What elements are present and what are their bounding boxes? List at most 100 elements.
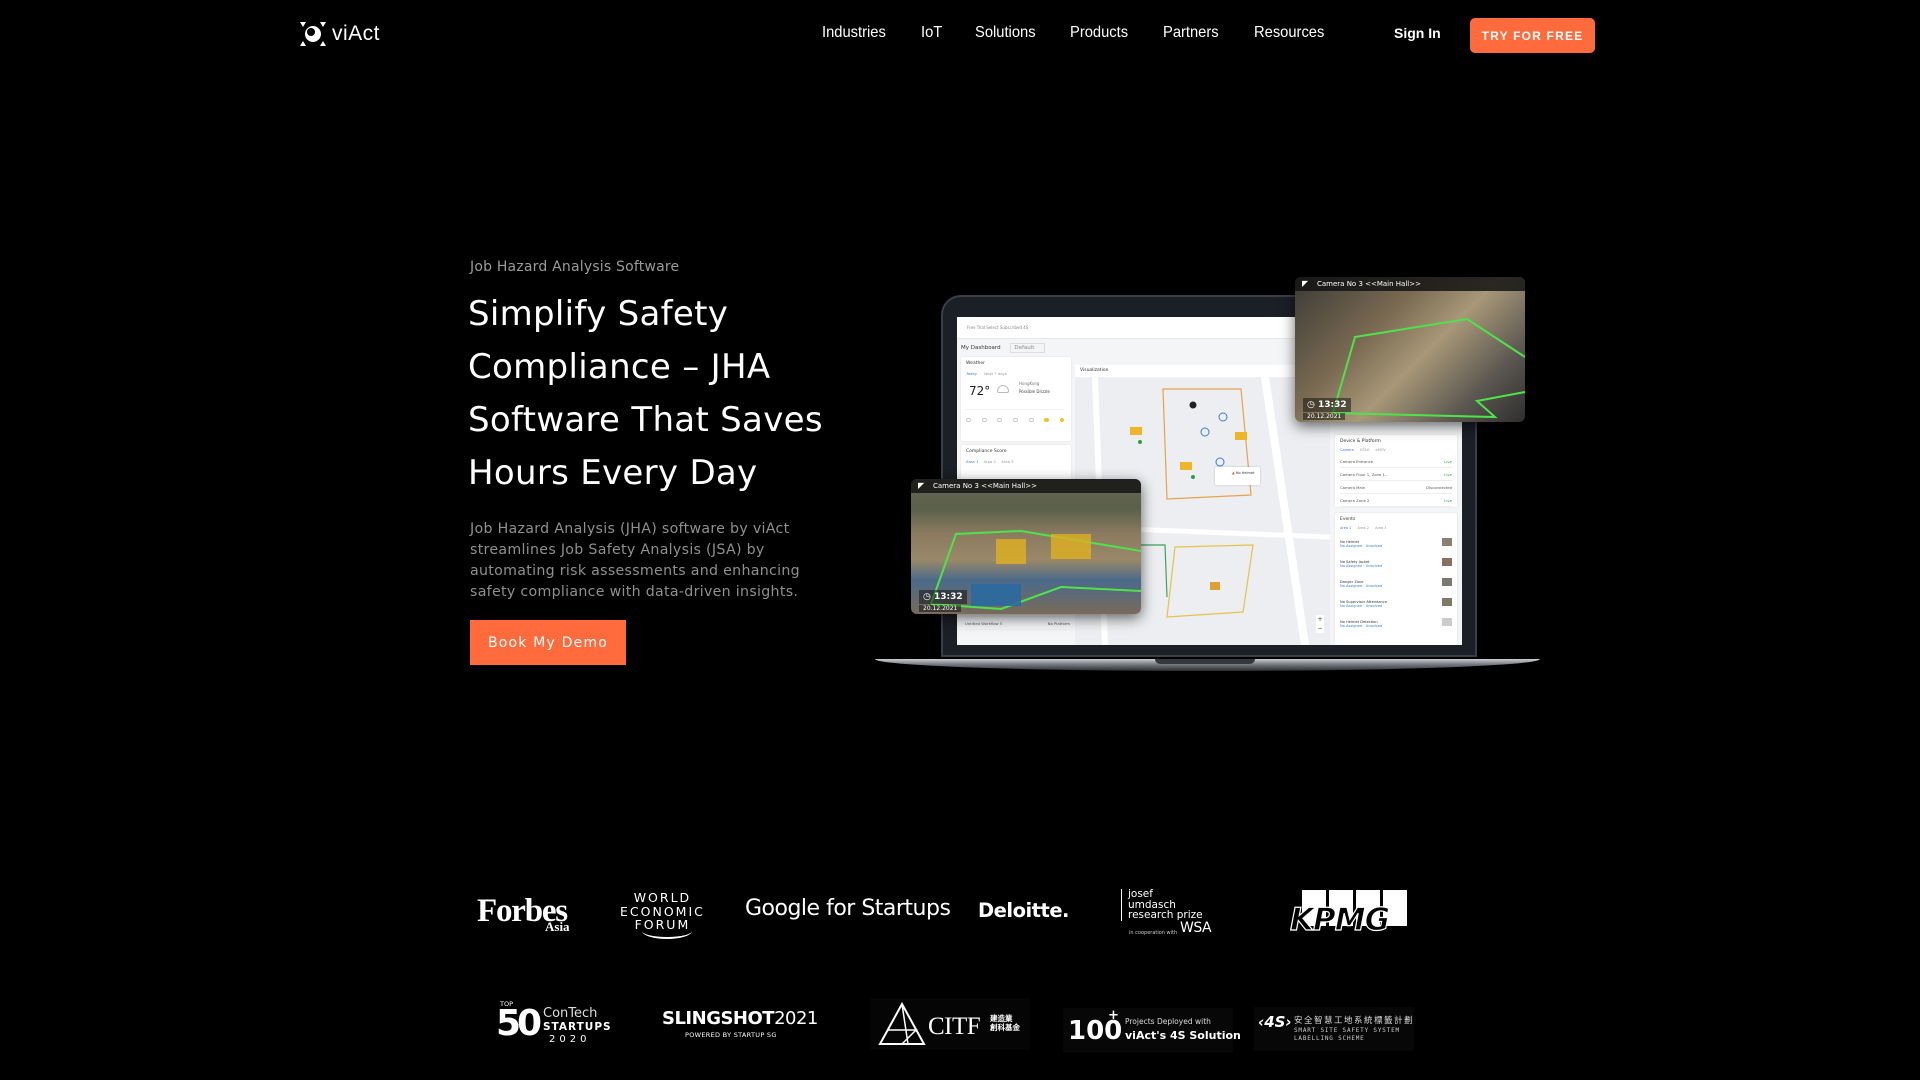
citf-logo: CITF 建造業 創科基金 (870, 998, 1030, 1050)
hourly-forecast (966, 409, 1064, 431)
4s-chinese-title: 安全智慧工地系統標籤計劃 (1294, 1016, 1415, 1026)
deloitte-logo: Deloitte. (978, 899, 1069, 922)
citf-cn-line: 創科基金 (990, 1023, 1020, 1032)
weather-city: HongKong (1019, 381, 1040, 386)
citf-cn-line: 建造業 (990, 1014, 1013, 1023)
camera-feed-header: ◤ Camera No 3 <<Main Hall>> (1295, 277, 1525, 291)
camera-feed-header: ◤ Camera No 3 <<Main Hall>> (911, 479, 1141, 493)
cloud-icon (1012, 418, 1018, 422)
nav-solutions[interactable]: Solutions (975, 24, 1036, 42)
contech-startups: STARTUPS (543, 1021, 612, 1033)
compliance-tab[interactable]: Area 3 (1001, 459, 1013, 464)
device-tab[interactable]: HTAG (1360, 448, 1370, 452)
book-demo-button[interactable]: Book My Demo (470, 620, 626, 665)
world-economic-forum-logo: WORLD ECONOMIC FORUM (620, 890, 705, 939)
event-item[interactable]: No Helmet No Assignee · Unsolved (1340, 535, 1452, 555)
clock-icon: ◷ (923, 592, 934, 602)
wsa-logo: WSA (1180, 920, 1212, 936)
camera-feed-aerial[interactable]: ◤ Camera No 3 <<Main Hall>> ◷ 13:32 20.1… (1295, 277, 1525, 422)
hero-description: Job Hazard Analysis (JHA) software by vi… (470, 521, 800, 600)
event-item[interactable]: No Helmet Detection No Assignee · Unsolve… (1340, 615, 1452, 635)
event-meta: No Assignee · Unsolved (1340, 624, 1383, 628)
cloud-icon (981, 418, 987, 422)
event-item[interactable]: Danger Zone No Assignee · Unsolved (1340, 575, 1452, 595)
viact-eye-icon (300, 22, 326, 46)
nav-partners[interactable]: Partners (1163, 24, 1219, 42)
device-tab[interactable]: Camera (1340, 448, 1354, 452)
headline-line: Compliance – JHA (468, 347, 771, 387)
event-name: No Safety Jacket (1340, 560, 1370, 564)
compliance-tab[interactable]: Area 1 (966, 459, 978, 464)
camera-feed-date: 20.12.2021 (1303, 413, 1346, 420)
map-zoom-controls[interactable]: + − (1316, 615, 1324, 633)
laptop-notch (1155, 659, 1255, 664)
device-row[interactable]: Camera Zone 2 Live (1340, 494, 1452, 507)
device-platform-card: Device & Platform Camera HTAG eMOV Camer… (1335, 435, 1457, 507)
device-row[interactable]: Camera Entrance Live (1340, 455, 1452, 468)
event-item[interactable]: No Supervisor Attendance No Assignee · Un… (1340, 595, 1452, 615)
map-alert-popup[interactable]: ▲ No Helmet (1215, 467, 1260, 485)
josef-cooperation-text: in cooperation with (1129, 930, 1178, 936)
weather-tab-today[interactable]: Today (966, 371, 977, 376)
compliance-tab[interactable]: Area 2 (984, 459, 996, 464)
event-meta: No Assignee · Unsolved (1340, 604, 1383, 608)
device-platform-title: Device & Platform (1340, 439, 1381, 444)
weather-tab-week[interactable]: Next 7 days (984, 371, 1007, 376)
top50-contech-startups-logo: TOP 50 ConTech STARTUPS 2020 (496, 1000, 611, 1055)
sun-icon (1044, 418, 1050, 422)
events-tabs: Area 1 Area 2 Area 3 (1340, 526, 1386, 530)
weather-title: Weather (966, 361, 985, 366)
device-row[interactable]: Camera Floor 1, Zone 1... Live (1340, 468, 1452, 481)
wef-arc-icon (642, 923, 692, 939)
headline-line: Simplify Safety (468, 294, 729, 334)
event-thumbnail (1442, 538, 1452, 546)
event-thumbnail (1442, 598, 1452, 606)
device-row[interactable]: Camera Main Disconnected (1340, 481, 1452, 494)
josef-umdasch-prize-logo: josef umdasch research prize in cooperat… (1121, 889, 1212, 936)
camera-feed-label: Camera No 3 <<Main Hall>> (1317, 280, 1421, 288)
cctv-camera-icon: ◤ (1302, 279, 1309, 288)
nav-iot[interactable]: IoT (921, 24, 942, 42)
events-tab[interactable]: Area 2 (1358, 526, 1369, 530)
google-for-startups-logo: Google for Startups (745, 896, 951, 921)
headline-line: Software That Saves (468, 400, 823, 440)
kpmg-text: KPMG (1289, 901, 1390, 938)
sign-in-link[interactable]: Sign In (1394, 25, 1441, 41)
event-item[interactable]: No Safety Jacket No Assignee · Unsolved (1340, 555, 1452, 575)
wef-line: WORLD (633, 890, 692, 905)
main-nav: Industries IoT Solutions Products Partne… (822, 24, 1330, 42)
brand-logo[interactable]: viAct (300, 22, 380, 46)
citf-chinese: 建造業 創科基金 (990, 1014, 1020, 1032)
events-tab[interactable]: Area 3 (1375, 526, 1386, 530)
device-list: Camera Entrance Live Camera Floor 1, Zone… (1340, 455, 1452, 507)
dashboard-view-select[interactable]: Default (1010, 343, 1046, 353)
camera-time-value: 13:32 (1318, 400, 1347, 410)
sun-icon (1059, 418, 1064, 422)
events-tab[interactable]: Area 1 (1340, 526, 1351, 530)
4s-icon-text: 4S (1264, 1013, 1286, 1031)
events-list: No Helmet No Assignee · Unsolved No Safet… (1340, 535, 1452, 635)
try-for-free-button[interactable]: TRY FOR FREE (1470, 18, 1595, 53)
headline-line: Hours Every Day (468, 453, 758, 493)
brand-name: viAct (332, 22, 381, 45)
map-alert-label: No Helmet (1235, 471, 1255, 475)
camera-feed-ground[interactable]: ◤ Camera No 3 <<Main Hall>> ◷ 13:32 20.1… (911, 479, 1141, 614)
nav-resources[interactable]: Resources (1254, 24, 1324, 42)
device-name: Camera Zone 2 (1340, 498, 1370, 503)
contech-year: 2020 (549, 1034, 591, 1045)
citf-text: CITF (928, 1013, 981, 1040)
event-thumbnail (1442, 558, 1452, 566)
workflow-row[interactable]: Untitled Workflow 5 No Platform (965, 617, 1070, 630)
nav-industries[interactable]: Industries (822, 24, 886, 42)
workflow-name: Untitled Workflow 5 (965, 621, 1003, 626)
slingshot-title: SLINGSHOT2021 (662, 1008, 818, 1029)
citf-triangle-icon (878, 1002, 926, 1045)
josef-line: research prize (1128, 909, 1203, 921)
events-card: Events Area 1 Area 2 Area 3 No Helmet No … (1335, 513, 1457, 645)
contech-name: ConTech (543, 1006, 598, 1021)
nav-products[interactable]: Products (1070, 24, 1128, 42)
cloud-icon (997, 385, 1009, 393)
compliance-title: Compliance Score (966, 449, 1007, 454)
cctv-camera-icon: ◤ (918, 481, 925, 490)
device-tab[interactable]: eMOV (1376, 448, 1386, 452)
